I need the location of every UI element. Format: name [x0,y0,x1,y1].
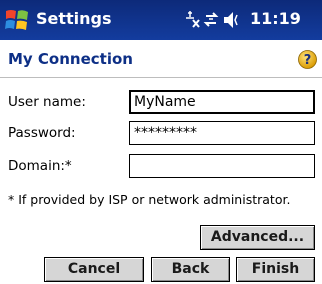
app-title: Settings [36,9,112,28]
help-icon[interactable]: ? [298,50,317,69]
domain-note: * If provided by ISP or network administ… [8,192,291,207]
page-title: My Connection [8,50,133,68]
cancel-button[interactable]: Cancel [44,257,144,282]
page-header: My Connection ? [0,40,322,78]
domain-field[interactable] [129,154,315,178]
password-label: Password: [8,125,76,141]
password-field[interactable]: ********* [129,121,315,145]
status-icons[interactable] [184,9,244,31]
username-label: User name: [8,94,86,110]
finish-button[interactable]: Finish [236,257,315,282]
domain-label: Domain:* [8,158,72,174]
username-field[interactable]: MyName [129,90,315,114]
windows-start-icon[interactable] [3,6,31,34]
signal-off-icon [186,11,200,28]
clock[interactable]: 11:19 [250,9,301,28]
title-bar: Settings 11:19 [0,0,322,40]
advanced-button[interactable]: Advanced... [200,225,315,250]
connectivity-icon [203,12,219,27]
svg-text:?: ? [304,53,312,68]
volume-icon [224,12,238,28]
back-button[interactable]: Back [151,257,230,282]
